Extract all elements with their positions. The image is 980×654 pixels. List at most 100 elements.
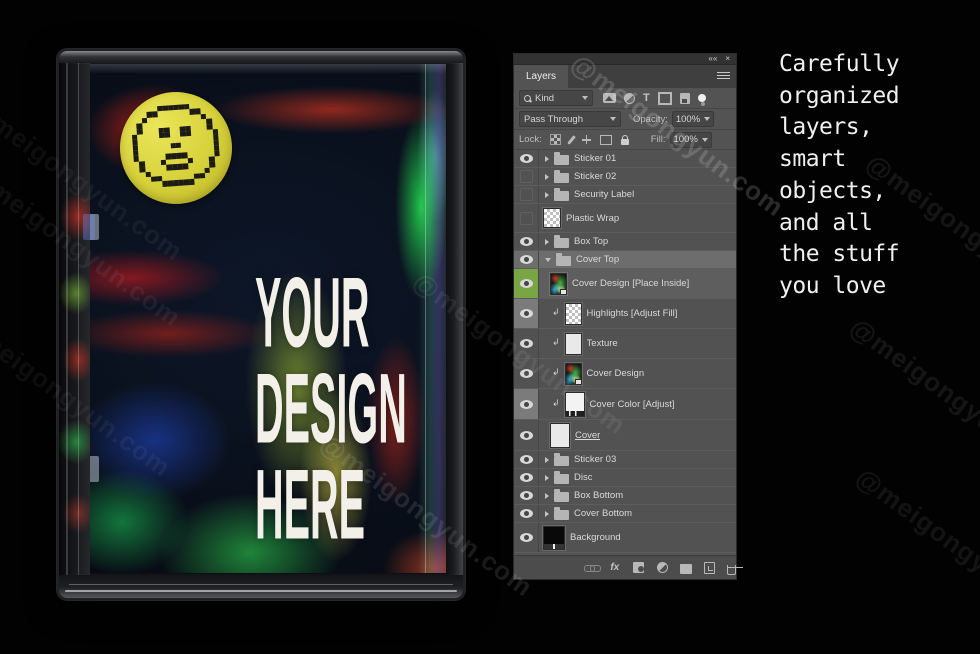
layer-name[interactable]: Background — [570, 532, 621, 543]
visibility-toggle[interactable] — [514, 451, 539, 468]
layer-name[interactable]: Box Bottom — [574, 490, 623, 501]
visibility-toggle[interactable] — [514, 389, 539, 419]
collapse-group-arrow[interactable] — [545, 258, 551, 262]
new-adjustment-layer-icon[interactable] — [657, 562, 668, 573]
visibility-toggle[interactable] — [514, 168, 539, 185]
fill-value-box[interactable]: 100% — [670, 132, 712, 148]
visibility-toggle[interactable] — [514, 487, 539, 504]
layer-row[interactable]: ↲Texture — [514, 329, 736, 359]
layer-name[interactable]: Highlights [Adjust Fill] — [587, 308, 678, 319]
tab-layers[interactable]: Layers — [514, 65, 568, 88]
filter-adjustment-layers-icon[interactable] — [624, 93, 635, 104]
expand-group-arrow[interactable] — [545, 174, 549, 180]
layer-row[interactable]: Sticker 02 — [514, 168, 736, 186]
layer-row[interactable]: Box Top — [514, 233, 736, 251]
layer-name[interactable]: Box Top — [574, 236, 608, 247]
layer-name[interactable]: Sticker 02 — [574, 171, 616, 182]
group-folder-icon — [554, 155, 569, 165]
expand-group-arrow[interactable] — [545, 457, 549, 463]
lock-transparency-icon[interactable] — [550, 134, 561, 145]
layer-name[interactable]: Cover Design — [587, 368, 645, 379]
visibility-toggle[interactable] — [514, 359, 539, 388]
layer-name[interactable]: Cover Top — [576, 254, 619, 265]
group-folder-icon — [554, 510, 569, 520]
lock-position-icon[interactable] — [582, 135, 591, 144]
visibility-toggle[interactable] — [514, 251, 539, 268]
visibility-toggle[interactable] — [514, 469, 539, 486]
layer-row[interactable]: Box Bottom — [514, 487, 736, 505]
expand-group-arrow[interactable] — [545, 475, 549, 481]
layer-row[interactable]: Cover — [514, 420, 736, 451]
expand-group-arrow[interactable] — [545, 156, 549, 162]
expand-group-arrow[interactable] — [545, 511, 549, 517]
filter-shape-layers-icon[interactable] — [658, 92, 672, 105]
layer-row[interactable]: Plastic Wrap — [514, 204, 736, 233]
opacity-value-box[interactable]: 100% — [672, 111, 714, 127]
close-panel-icon[interactable]: × — [725, 55, 730, 63]
layer-name[interactable]: Security Label — [574, 189, 634, 200]
visibility-toggle[interactable] — [514, 233, 539, 250]
expand-group-arrow[interactable] — [545, 239, 549, 245]
layer-name[interactable]: Sticker 01 — [574, 153, 616, 164]
lock-artboard-icon[interactable] — [600, 135, 612, 145]
filter-kind-dropdown[interactable]: Kind — [519, 90, 593, 106]
layer-row[interactable]: ↲Cover Color [Adjust] — [514, 389, 736, 420]
layer-row[interactable]: Cover Top — [514, 251, 736, 269]
collapse-panel-icon[interactable]: «« — [708, 55, 717, 63]
layer-thumbnail[interactable] — [565, 303, 582, 325]
layer-thumbnail[interactable] — [543, 208, 561, 228]
panel-titlebar: «« × — [514, 54, 736, 65]
visibility-toggle[interactable] — [514, 269, 539, 298]
layer-style-fx-icon[interactable]: fx — [609, 561, 622, 575]
link-layers-icon[interactable] — [584, 561, 597, 575]
delete-layer-icon[interactable] — [727, 565, 737, 575]
layer-name[interactable]: Cover Bottom — [574, 508, 632, 519]
layer-row[interactable]: ↲Highlights [Adjust Fill] — [514, 299, 736, 329]
lock-all-icon[interactable] — [621, 139, 629, 145]
visibility-toggle[interactable] — [514, 505, 539, 522]
expand-group-arrow[interactable] — [545, 493, 549, 499]
expand-group-arrow[interactable] — [545, 192, 549, 198]
visibility-toggle[interactable] — [514, 150, 539, 167]
visibility-toggle[interactable] — [514, 329, 539, 358]
visibility-toggle[interactable] — [514, 204, 539, 232]
caption-line: layers, — [779, 112, 899, 144]
layer-row[interactable]: Cover Bottom — [514, 505, 736, 523]
filter-toggle-icon[interactable] — [698, 94, 706, 102]
visibility-toggle[interactable] — [514, 299, 539, 328]
layer-thumbnail[interactable] — [565, 333, 582, 355]
visibility-toggle[interactable] — [514, 523, 539, 552]
blend-mode-dropdown[interactable]: Pass Through — [519, 111, 621, 127]
new-group-icon[interactable] — [680, 564, 692, 574]
new-layer-icon[interactable] — [704, 562, 714, 574]
filter-pixel-layers-icon[interactable] — [603, 93, 616, 103]
layer-name[interactable]: Texture — [587, 338, 618, 349]
layer-thumbnail[interactable] — [550, 273, 567, 295]
layer-name[interactable]: Plastic Wrap — [566, 213, 619, 224]
layer-name[interactable]: Sticker 03 — [574, 454, 616, 465]
panel-footer: fx — [514, 555, 736, 579]
visibility-toggle[interactable] — [514, 186, 539, 203]
layer-thumbnail[interactable] — [565, 363, 582, 385]
layer-row[interactable]: Sticker 01 — [514, 150, 736, 168]
layer-row[interactable]: Cover Design [Place Inside] — [514, 269, 736, 299]
case-right-edge — [446, 63, 463, 575]
layer-name[interactable]: Cover Color [Adjust] — [590, 399, 675, 410]
panel-menu-icon[interactable] — [717, 72, 730, 81]
layer-row[interactable]: Sticker 03 — [514, 451, 736, 469]
filter-type-layers-icon[interactable]: T — [643, 93, 650, 103]
layer-thumbnail[interactable] — [565, 392, 585, 417]
layer-row[interactable]: ↲Cover Design — [514, 359, 736, 389]
layer-name[interactable]: Disc — [574, 472, 592, 483]
layer-name[interactable]: Cover Design [Place Inside] — [572, 278, 689, 289]
layer-row[interactable]: Security Label — [514, 186, 736, 204]
layer-name[interactable]: Cover — [575, 430, 600, 441]
layer-row[interactable]: Disc — [514, 469, 736, 487]
layer-thumbnail[interactable] — [550, 423, 570, 448]
lock-pixels-icon[interactable] — [567, 135, 576, 145]
layer-row[interactable]: Background — [514, 523, 736, 553]
add-mask-icon[interactable] — [633, 562, 644, 573]
visibility-toggle[interactable] — [514, 420, 539, 450]
filter-smart-objects-icon[interactable] — [680, 93, 690, 104]
layer-thumbnail[interactable] — [543, 526, 565, 550]
